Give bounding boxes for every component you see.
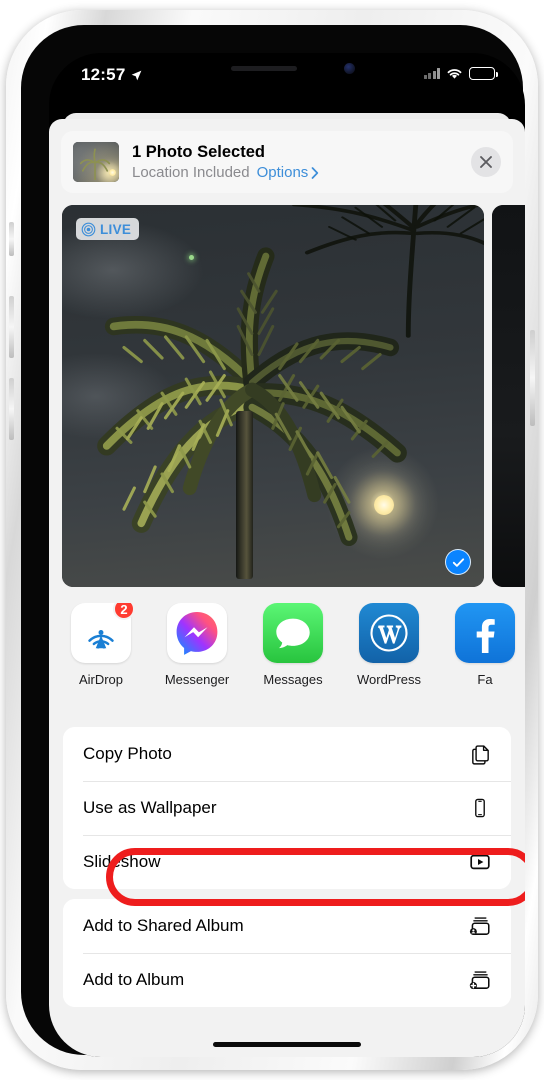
thumbnail-palm-icon [79,148,110,180]
airdrop-label: AirDrop [78,672,124,687]
play-icon [467,849,493,875]
action-row-copy-photo[interactable]: Copy Photo [63,727,511,781]
device-bezel: 12:57 1 Photo Selected Location Included… [21,25,525,1057]
wordpress-icon [359,603,419,663]
battery-icon [469,67,498,80]
palm-trunk [236,410,254,580]
shared-album-icon [467,913,493,939]
wifi-icon [447,69,462,79]
front-camera-icon [344,63,355,74]
page-title: 1 Photo Selected [132,143,265,161]
copy-icon [467,741,493,767]
volume-down-button[interactable] [9,378,14,440]
live-badge-label: LIVE [100,221,132,237]
share-sheet-subtitle: Location Included Options [132,164,471,182]
location-arrow-icon [132,70,142,80]
action-label: Add to Shared Album [83,916,244,935]
photo-preview-main[interactable]: LIVE [62,205,484,587]
phone-icon [467,795,493,821]
status-bar-right [423,67,498,80]
share-target-messages[interactable]: Messages [257,603,329,715]
facebook-label: Fa [477,672,493,687]
messenger-icon [167,603,227,663]
chevron-right-icon [311,167,319,179]
share-target-facebook[interactable]: Fa [449,603,521,715]
next-photo-art [492,205,525,587]
checkmark-circle-icon[interactable] [445,549,471,575]
share-sheet-header-text: 1 Photo Selected Location Included Optio… [132,142,471,182]
main-palm-tree [79,228,425,580]
action-row-slideshow[interactable]: Slideshow [63,835,511,889]
share-target-messenger[interactable]: Messenger [161,603,233,715]
options-label: Options [256,164,309,181]
home-indicator[interactable] [213,1042,361,1047]
location-included-label: Location Included [132,164,250,181]
status-bar-left: 12:57 [81,65,143,85]
airdrop-badge: 2 [113,603,135,620]
checkmark-icon [452,557,464,567]
messages-label: Messages [263,672,323,687]
power-button[interactable] [530,330,535,426]
action-row-use-as-wallpaper[interactable]: Use as Wallpaper [63,781,511,835]
phone-screen: 12:57 1 Photo Selected Location Included… [49,53,525,1057]
action-label: Copy Photo [83,744,172,763]
device-frame: 12:57 1 Photo Selected Location Included… [6,10,538,1070]
share-app-row[interactable]: 2 AirDrop Messenger Messages WordPress F… [49,603,525,715]
action-row-add-to-shared-album[interactable]: Add to Shared Album [63,899,511,953]
messages-icon [263,603,323,663]
messenger-label: Messenger [164,672,230,687]
add-album-icon [467,967,493,993]
silent-switch[interactable] [9,222,14,256]
action-row-add-to-album[interactable]: Add to Album [63,953,511,1007]
share-sheet: 1 Photo Selected Location Included Optio… [49,119,525,1057]
share-target-airdrop[interactable]: 2 AirDrop [65,603,137,715]
volume-up-button[interactable] [9,296,14,358]
speaker-grille [231,66,297,71]
share-target-wordpress[interactable]: WordPress [353,603,425,715]
photo-preview-next[interactable] [492,205,525,587]
status-time: 12:57 [81,65,126,84]
share-sheet-header: 1 Photo Selected Location Included Optio… [61,131,513,193]
cellular-signal-icon [423,68,440,79]
live-photo-badge[interactable]: LIVE [76,218,140,240]
selected-photo-thumbnail[interactable] [73,142,119,182]
action-group-1: Copy Photo Use as Wallpaper Slideshow [63,727,511,889]
facebook-icon [455,603,515,663]
close-button[interactable] [471,147,501,177]
action-label: Use as Wallpaper [83,798,217,817]
options-button[interactable]: Options [257,164,320,182]
action-label: Slideshow [83,852,161,871]
close-icon [480,156,492,168]
action-label: Add to Album [83,970,185,989]
action-group-2: Add to Shared Album Add to Album [63,899,511,1007]
wordpress-label: WordPress [356,672,422,687]
photo-preview-strip[interactable]: LIVE [49,205,525,587]
notch [189,53,385,85]
live-photo-icon [81,222,96,236]
